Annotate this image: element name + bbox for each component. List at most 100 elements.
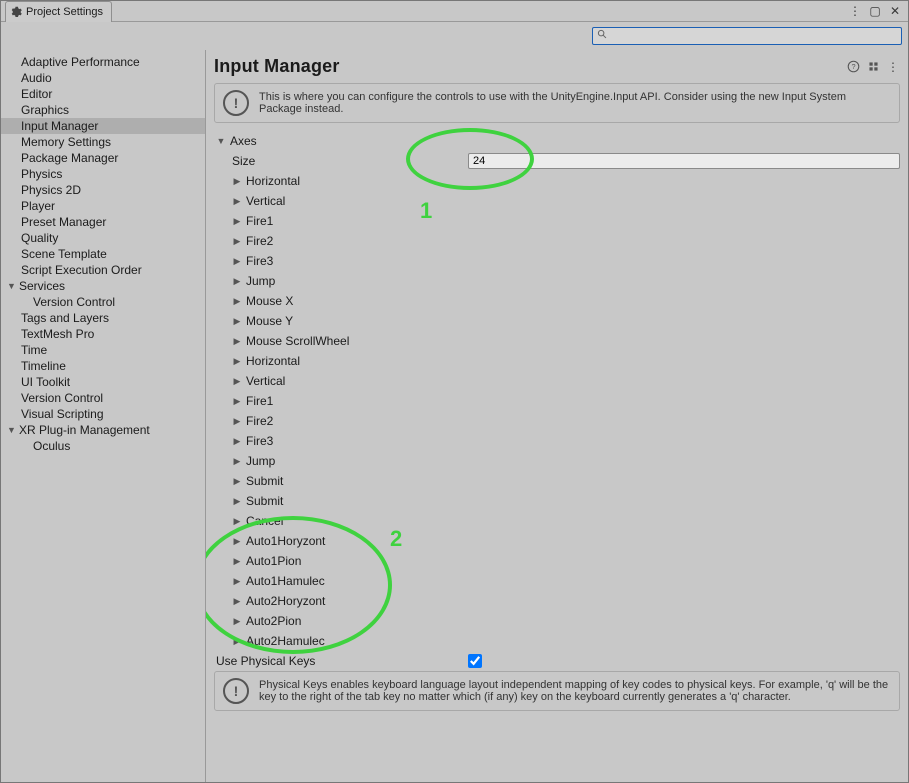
sidebar-item-label: Version Control [31,295,115,309]
axis-foldout[interactable]: ▶Mouse X [214,291,900,311]
sidebar-item[interactable]: Quality [1,230,205,246]
page-title: Input Manager [214,56,838,77]
chevron-right-icon: ▶ [232,456,242,467]
chevron-right-icon: ▶ [232,416,242,427]
main-scroll[interactable]: Input Manager ? ! This is where you can … [206,50,908,782]
sidebar-item[interactable]: Physics [1,166,205,182]
sidebar-item-label: Player [19,199,55,213]
sidebar-item[interactable]: Input Manager [1,118,205,134]
chevron-right-icon: ▶ [232,476,242,487]
axis-foldout[interactable]: ▶Fire3 [214,251,900,271]
size-label: Size [228,154,468,168]
help-icon[interactable]: ? [846,60,860,74]
axis-foldout[interactable]: ▶Jump [214,451,900,471]
sidebar-item-label: Visual Scripting [19,407,104,421]
axis-foldout[interactable]: ▶Horizontal [214,171,900,191]
axis-foldout[interactable]: ▶Auto1Horyzont [214,531,900,551]
axis-foldout[interactable]: ▶Vertical [214,371,900,391]
axis-foldout[interactable]: ▶Horizontal [214,351,900,371]
search-input[interactable] [612,29,897,43]
axis-label: Vertical [246,194,285,208]
sidebar-group[interactable]: ▼XR Plug-in Management [1,422,205,438]
axis-foldout[interactable]: ▶Submit [214,491,900,511]
chevron-right-icon: ▶ [232,316,242,327]
sidebar-item[interactable]: Scene Template [1,246,205,262]
chevron-down-icon: ▼ [7,281,17,291]
sidebar-item-label: Editor [19,87,52,101]
sidebar-item[interactable]: Script Execution Order [1,262,205,278]
sidebar-item[interactable]: Oculus [1,438,205,454]
sidebar-item-label: Package Manager [19,151,118,165]
axis-foldout[interactable]: ▶Fire1 [214,391,900,411]
axis-label: Jump [246,274,275,288]
sidebar-item[interactable]: TextMesh Pro [1,326,205,342]
sidebar-item[interactable]: Adaptive Performance [1,54,205,70]
info-text: This is where you can configure the cont… [259,91,891,115]
axis-foldout[interactable]: ▶Submit [214,471,900,491]
sidebar-item[interactable]: Time [1,342,205,358]
axis-foldout[interactable]: ▶ Mouse Y [214,311,900,331]
sidebar-item[interactable]: Visual Scripting [1,406,205,422]
axis-foldout[interactable]: ▶Fire2 [214,231,900,251]
kebab-icon[interactable] [848,4,862,18]
sidebar-item[interactable]: UI Toolkit [1,374,205,390]
axis-label: Horizontal [246,354,300,368]
maximize-icon[interactable] [868,4,882,18]
sidebar-group[interactable]: ▼Services [1,278,205,294]
sidebar-item[interactable]: Audio [1,70,205,86]
physical-keys-label: Use Physical Keys [216,654,464,668]
close-icon[interactable] [888,4,902,18]
menu-icon[interactable] [886,60,900,74]
axis-foldout[interactable]: ▶Auto1Pion [214,551,900,571]
heading-row: Input Manager ? [214,56,900,77]
search-box[interactable] [592,27,902,45]
preset-icon[interactable] [866,60,880,74]
axis-foldout[interactable]: ▶Vertical [214,191,900,211]
size-input[interactable] [468,153,900,169]
sidebar-item[interactable]: Physics 2D [1,182,205,198]
sidebar-item[interactable]: Package Manager [1,150,205,166]
axis-foldout[interactable]: ▶Fire2 [214,411,900,431]
sidebar-item[interactable]: Timeline [1,358,205,374]
sidebar-item-label: UI Toolkit [19,375,70,389]
axis-label: Horizontal [246,174,300,188]
axis-label: Fire3 [246,434,273,448]
axis-foldout[interactable]: ▶Auto2Hamulec [214,631,900,651]
search-icon [597,29,608,43]
sidebar-item[interactable]: Tags and Layers [1,310,205,326]
sidebar-item-label: XR Plug-in Management [17,423,150,437]
tab-project-settings[interactable]: Project Settings [5,1,112,22]
sidebar-item[interactable]: Preset Manager [1,214,205,230]
sidebar-item-label: Input Manager [19,119,98,133]
axis-foldout[interactable]: ▶Fire1 [214,211,900,231]
chevron-right-icon: ▶ [232,216,242,227]
axis-foldout[interactable]: ▶Cancel [214,511,900,531]
physical-keys-checkbox[interactable] [468,654,482,668]
axis-foldout[interactable]: ▶Auto1Hamulec [214,571,900,591]
axis-label: Fire1 [246,394,273,408]
axis-foldout[interactable]: ▶Jump [214,271,900,291]
sidebar-item[interactable]: Memory Settings [1,134,205,150]
axis-foldout[interactable]: ▶Fire3 [214,431,900,451]
sidebar-item[interactable]: Editor [1,86,205,102]
axis-label: Fire2 [246,234,273,248]
axis-foldout[interactable]: ▶Mouse ScrollWheel [214,331,900,351]
chevron-down-icon: ▼ [7,425,17,435]
axis-label: Mouse Y [246,314,293,328]
sidebar-item[interactable]: Graphics [1,102,205,118]
sidebar-item-label: Preset Manager [19,215,106,229]
svg-text:?: ? [851,62,855,71]
axes-foldout[interactable]: ▼ Axes [214,131,900,151]
size-row: Size [214,151,900,171]
axis-label: Auto2Horyzont [246,594,325,608]
sidebar-item[interactable]: Version Control [1,390,205,406]
sidebar-item[interactable]: Player [1,198,205,214]
info-banner-api: ! This is where you can configure the co… [214,83,900,123]
axis-label: Vertical [246,374,285,388]
chevron-right-icon: ▶ [232,516,242,527]
sidebar[interactable]: Adaptive PerformanceAudioEditorGraphicsI… [1,50,206,782]
sidebar-item-label: Tags and Layers [19,311,109,325]
sidebar-item[interactable]: Version Control [1,294,205,310]
axis-foldout[interactable]: ▶Auto2Horyzont [214,591,900,611]
axis-foldout[interactable]: ▶Auto2Pion [214,611,900,631]
